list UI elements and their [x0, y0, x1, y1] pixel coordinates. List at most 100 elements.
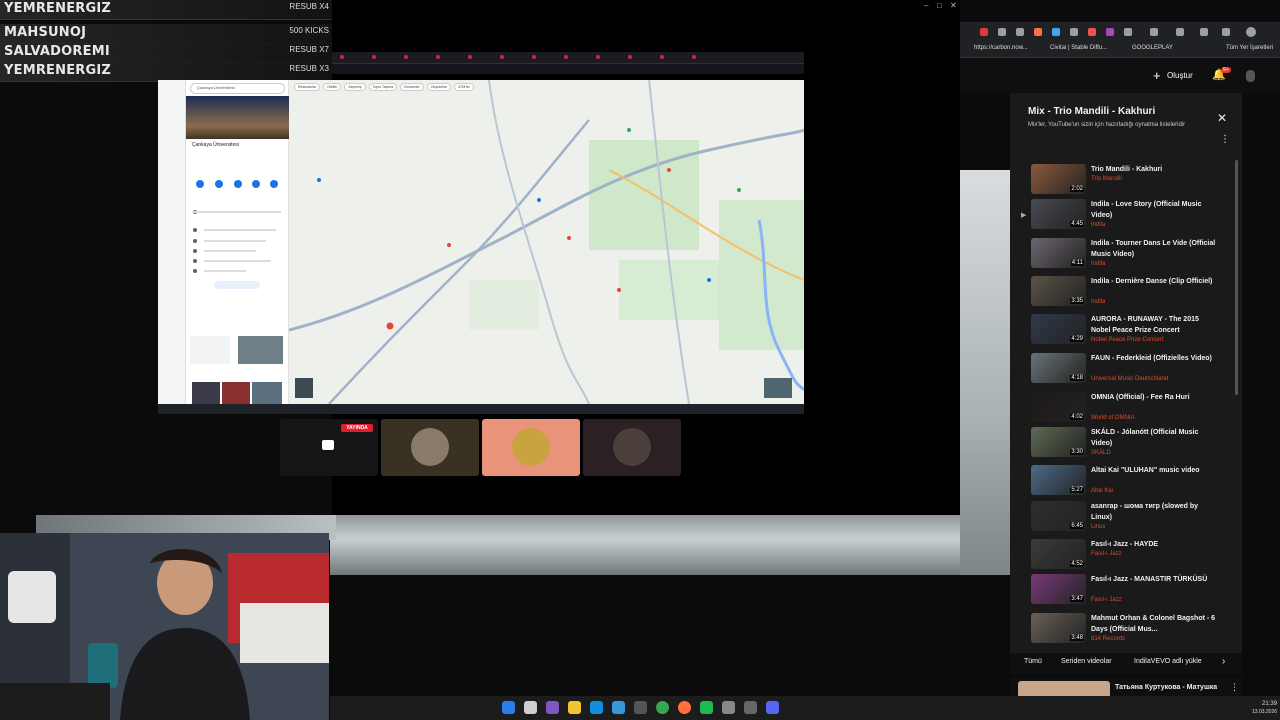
- bookmark-googleplay[interactable]: GOOGLEPLAY: [1132, 45, 1173, 51]
- video-duration: 4:52: [1070, 561, 1084, 567]
- tab-favicon: [660, 55, 664, 59]
- chip-transit[interactable]: Toplu Taşıma: [368, 83, 398, 91]
- playlist-item[interactable]: 2:02 Trio Mandili - Kakhuri Trio Mandili: [1031, 164, 1221, 198]
- copilot-icon[interactable]: [546, 701, 559, 714]
- tab-favicon: [628, 55, 632, 59]
- video-channel: SKÁLD: [1091, 450, 1111, 456]
- app-icon[interactable]: [634, 701, 647, 714]
- video-thumbnail: 2:02: [1031, 164, 1086, 194]
- youtube-header: + Oluştur 🔔 9+: [960, 58, 1280, 93]
- video-title: asanrap - шома тигр (slowed by Linux): [1091, 503, 1199, 521]
- participant-tile[interactable]: [381, 419, 479, 476]
- more-options-icon[interactable]: ⋮: [1230, 682, 1239, 693]
- video-duration: 4:11: [1070, 260, 1084, 266]
- store-icon[interactable]: [612, 701, 625, 714]
- video-channel: Linux: [1091, 524, 1106, 530]
- close-icon[interactable]: ✕: [1217, 111, 1227, 125]
- video-channel: Indila: [1091, 299, 1106, 305]
- next-video-title: Татьяна Куртукова - Матушка: [1115, 684, 1218, 691]
- video-title: Indila - Love Story (Official Music Vide…: [1091, 201, 1202, 219]
- bookmark-carbon[interactable]: https://carbon.now...: [974, 45, 1028, 51]
- maps-search-input[interactable]: Çankaya Üniversitesi: [190, 83, 285, 94]
- video-thumbnail: 3:30: [1031, 427, 1086, 457]
- start-icon[interactable]: [502, 701, 515, 714]
- playlist-item[interactable]: 4:11 Indila - Tourner Dans Le Vide (Offic…: [1031, 238, 1221, 272]
- video-duration: 3:30: [1070, 449, 1084, 455]
- screen-share-icon: [322, 440, 334, 450]
- leaderboard-row: MAHSUNOJ 500 KICKS: [0, 24, 332, 44]
- playlist-item[interactable]: 3:35 Indila - Dernière Danse (Clip Offici…: [1031, 276, 1221, 310]
- video-thumbnail: 3:35: [1031, 276, 1086, 306]
- chip-shopping[interactable]: Alışveriş: [344, 83, 366, 91]
- playlist-item[interactable]: 3:47 Fasıl-ı Jazz - MANASTIR TÜRKÜSÜ Fasıl…: [1031, 574, 1221, 608]
- next-video-card[interactable]: Татьяна Куртукова - Матушка ⋮: [1010, 678, 1242, 698]
- search-icon[interactable]: [524, 701, 537, 714]
- chip-atm[interactable]: ATM'ler: [454, 83, 474, 91]
- bookmark-civitai[interactable]: Civitai | Stable Diffu...: [1050, 45, 1107, 51]
- chip-series[interactable]: Seriden videolar: [1061, 658, 1112, 665]
- shared-browser-tabs: [332, 52, 804, 64]
- video-duration: 4:18: [1070, 375, 1084, 381]
- app-icon[interactable]: [700, 701, 713, 714]
- create-button[interactable]: Oluştur: [1167, 71, 1193, 80]
- video-channel: Trio Mandili: [1091, 176, 1122, 182]
- video-thumbnail: 4:11: [1031, 238, 1086, 268]
- participant-tile[interactable]: [583, 419, 681, 476]
- tab-favicon: [404, 55, 408, 59]
- playlist-item[interactable]: 6:45 asanrap - шома тигр (slowed by Linux…: [1031, 501, 1221, 535]
- file-explorer-icon[interactable]: [568, 701, 581, 714]
- settings-icon[interactable]: [744, 701, 757, 714]
- chevron-right-icon[interactable]: ›: [1222, 656, 1225, 667]
- chip-hotels[interactable]: Oteller: [323, 83, 342, 91]
- leaderboard-name: SALVADOREMI: [4, 44, 110, 59]
- playlist-item[interactable]: 4:45 Indila - Love Story (Official Music …: [1031, 199, 1221, 233]
- chip-uploads[interactable]: IndilaVEVO adlı yükle: [1134, 658, 1202, 665]
- chip-pharmacies[interactable]: Eczaneler: [400, 83, 424, 91]
- leaderboard-badge: RESUB X7: [289, 45, 329, 54]
- playlist-item[interactable]: 4:29 AURORA - RUNAWAY - The 2015 Nobel Pe…: [1031, 314, 1221, 348]
- video-title: Trio Mandili - Kakhuri: [1091, 166, 1163, 173]
- tab-favicon: [468, 55, 472, 59]
- video-channel: Altai Kai: [1091, 488, 1114, 494]
- tab-favicon: [500, 55, 504, 59]
- video-title: Indila - Dernière Danse (Clip Officiel): [1091, 278, 1213, 285]
- video-thumbnail: 3:47: [1031, 574, 1086, 604]
- more-options-icon[interactable]: ⋮: [1220, 134, 1230, 145]
- video-channel: Fasıl-ı Jazz: [1091, 597, 1122, 603]
- video-title: AURORA - RUNAWAY - The 2015 Nobel Peace …: [1091, 316, 1199, 334]
- edge-icon[interactable]: [590, 701, 603, 714]
- leaderboard-badge: 500 KICKS: [289, 26, 329, 35]
- leaderboard-name: YEMRENERGIZ: [4, 1, 112, 16]
- bookmark-all[interactable]: Tüm Yer İşaretleri: [1226, 45, 1273, 51]
- video-thumbnail: 4:52: [1031, 539, 1086, 569]
- close-window-icon[interactable]: ✕: [950, 1, 957, 10]
- map-canvas[interactable]: [289, 80, 804, 404]
- playlist-item[interactable]: 3:48 Mahmut Orhan & Colonel Bagshot - 6 D…: [1031, 613, 1221, 647]
- minimize-icon[interactable]: –: [924, 1, 928, 10]
- video-title: Mahmut Orhan & Colonel Bagshot - 6 Days …: [1091, 615, 1216, 633]
- playlist-item[interactable]: 5:27 Altai Kai "ULUHAN" music video Altai …: [1031, 465, 1221, 499]
- chip-all[interactable]: Tümü: [1024, 658, 1042, 665]
- playlist-subtitle: Mix'ler, YouTube'un sizin için hazırladı…: [1028, 122, 1186, 128]
- tab-favicon: [532, 55, 536, 59]
- playlist-item[interactable]: 3:30 SKÁLD - Jólanótt (Official Music Vid…: [1031, 427, 1221, 461]
- video-duration: 4:02: [1070, 414, 1084, 420]
- chrome-icon[interactable]: [656, 701, 669, 714]
- profile-avatar[interactable]: [1246, 70, 1255, 82]
- chip-restaurants[interactable]: Restoranlar: [294, 83, 321, 91]
- maximize-icon[interactable]: □: [937, 1, 942, 10]
- video-channel: Indila: [1091, 222, 1106, 228]
- shared-browser-urlbar: [332, 64, 804, 74]
- participant-tile-speaking[interactable]: [482, 419, 580, 476]
- maps-category-chips: Restoranlar Oteller Alışveriş Toplu Taşıma E…: [294, 83, 594, 92]
- firefox-icon[interactable]: [678, 701, 691, 714]
- video-title: Altai Kai "ULUHAN" music video: [1091, 467, 1200, 474]
- obs-icon[interactable]: [722, 701, 735, 714]
- video-thumbnail: 4:02: [1031, 392, 1086, 422]
- playlist-scrollbar[interactable]: [1235, 160, 1238, 395]
- playlist-item[interactable]: 4:52 Fasıl-ı Jazz - HAYDE Fasıl-ı Jazz: [1031, 539, 1221, 573]
- discord-icon[interactable]: [766, 701, 779, 714]
- playlist-item[interactable]: 4:02 OMNIA (Official) - Fee Ra Huri World …: [1031, 392, 1221, 426]
- playlist-item[interactable]: 4:18 FAUN - Federkleid (Offizielles Video…: [1031, 353, 1221, 387]
- chip-parking[interactable]: Otoparklar: [426, 83, 452, 91]
